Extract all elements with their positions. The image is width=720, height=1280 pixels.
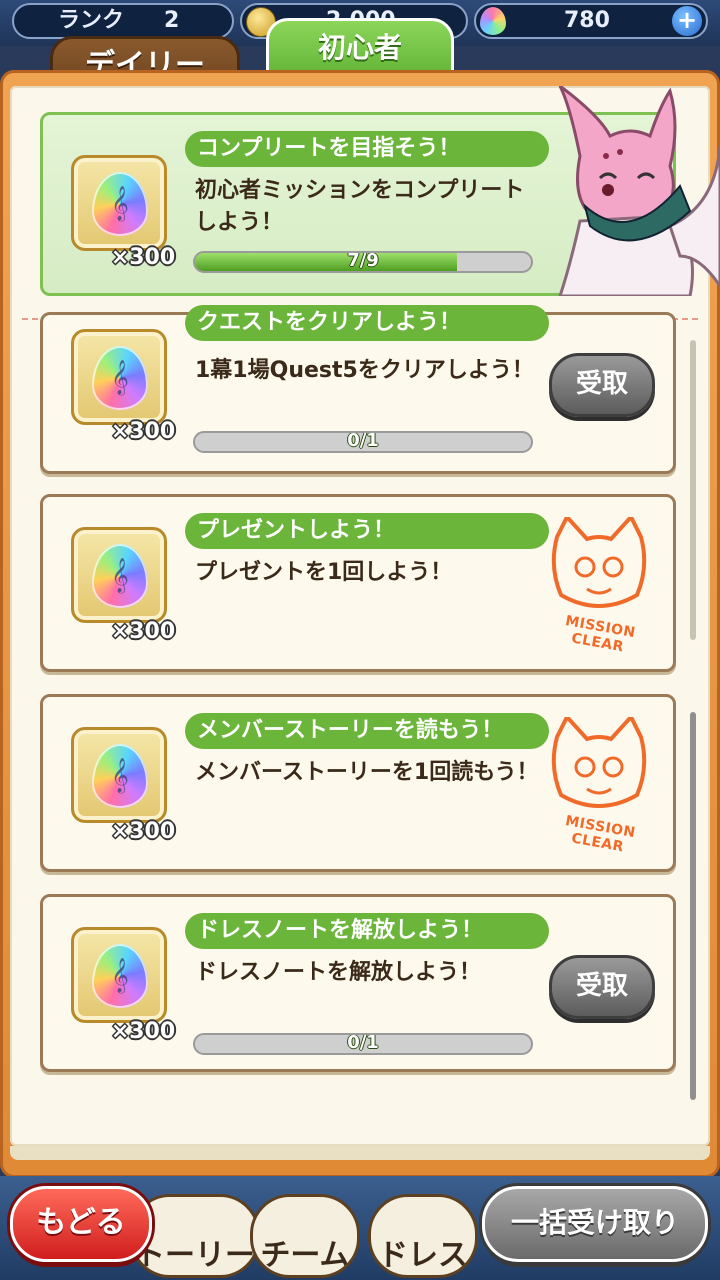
rainbow-gem-icon: 𝄞 (92, 744, 148, 808)
reward-count: ×300 (110, 1019, 176, 1044)
mission-card: クエストをクリアしよう！ 𝄞 ×300 1幕1場Quest5をクリアしよう！ 0… (40, 305, 676, 474)
mission-description: 1幕1場Quest5をクリアしよう！ (195, 358, 534, 383)
rank-display: ランク 2 (12, 3, 234, 39)
mission-description: ドレスノートを解放しよう！ (195, 960, 482, 985)
rainbow-gem-icon: 𝄞 (92, 944, 148, 1008)
progress-text: 0/1 (347, 431, 379, 451)
scrollbar-thumb[interactable] (690, 712, 696, 1100)
mission-clear-stamp: MISSION CLEAR (537, 513, 661, 657)
back-button[interactable]: もどる (10, 1186, 152, 1262)
reward-box: 𝄞 (71, 727, 167, 823)
reward-box: 𝄞 (71, 527, 167, 623)
progress-text: 0/1 (347, 1033, 379, 1053)
mission-title: プレゼントしよう！ (185, 513, 549, 549)
progress-bar: 0/1 (193, 431, 533, 453)
mission-description: メンバーストーリーを1回読もう！ (195, 760, 539, 785)
reward-count: ×300 (110, 819, 176, 844)
bulk-receive-button[interactable]: 一括受け取り (482, 1186, 708, 1262)
receive-button[interactable]: 受取 (549, 353, 655, 417)
mission-title: クエストをクリアしよう！ (185, 305, 549, 341)
progress-bar: 7/9 (193, 251, 533, 273)
reward-box: 𝄞 (71, 927, 167, 1023)
reward-box: 𝄞 (71, 155, 167, 251)
gem-display: 780 + (474, 3, 708, 39)
rainbow-gem-icon: 𝄞 (92, 172, 148, 236)
reward-count: ×300 (110, 619, 176, 644)
mission-title: メンバーストーリーを読もう！ (185, 713, 549, 749)
rainbow-gem-icon: 𝄞 (92, 544, 148, 608)
rank-label: ランク (58, 8, 125, 33)
add-gems-button[interactable]: + (672, 6, 702, 36)
mission-card: 𝄞 ×300 プレゼントしよう！ プレゼントを1回しよう！ MISSION CL… (40, 494, 676, 672)
mission-description: プレゼントを1回しよう！ (195, 560, 453, 585)
reward-count: ×300 (110, 245, 176, 270)
nav-team[interactable]: チーム (250, 1194, 360, 1278)
progress-bar: 0/1 (193, 1033, 533, 1055)
mission-title: コンプリートを目指そう！ (185, 131, 549, 167)
mission-card: 𝄞 ×300 メンバーストーリーを読もう！ メンバーストーリーを1回読もう！ M… (40, 694, 676, 872)
reward-box: 𝄞 (71, 329, 167, 425)
mission-description: 初心者ミッションをコンプリートしよう！ (195, 178, 525, 235)
rainbow-gem-icon: 𝄞 (92, 346, 148, 410)
gem-icon (480, 7, 506, 35)
progress-text: 7/9 (347, 251, 379, 271)
gem-count: 780 (564, 8, 610, 33)
panel-edge (10, 1146, 710, 1160)
mission-card: 𝄞 ×300 ドレスノートを解放しよう！ ドレスノートを解放しよう！ 0/1 受… (40, 894, 676, 1072)
reward-count: ×300 (110, 419, 176, 444)
mission-clear-stamp: MISSION CLEAR (537, 713, 661, 857)
mission-title: ドレスノートを解放しよう！ (185, 913, 549, 949)
rank-value: 2 (164, 8, 180, 33)
nav-dress[interactable]: ドレス (368, 1194, 478, 1278)
scrollbar-track[interactable] (690, 340, 696, 640)
cat-mascot-icon (558, 86, 720, 296)
receive-button[interactable]: 受取 (549, 955, 655, 1019)
